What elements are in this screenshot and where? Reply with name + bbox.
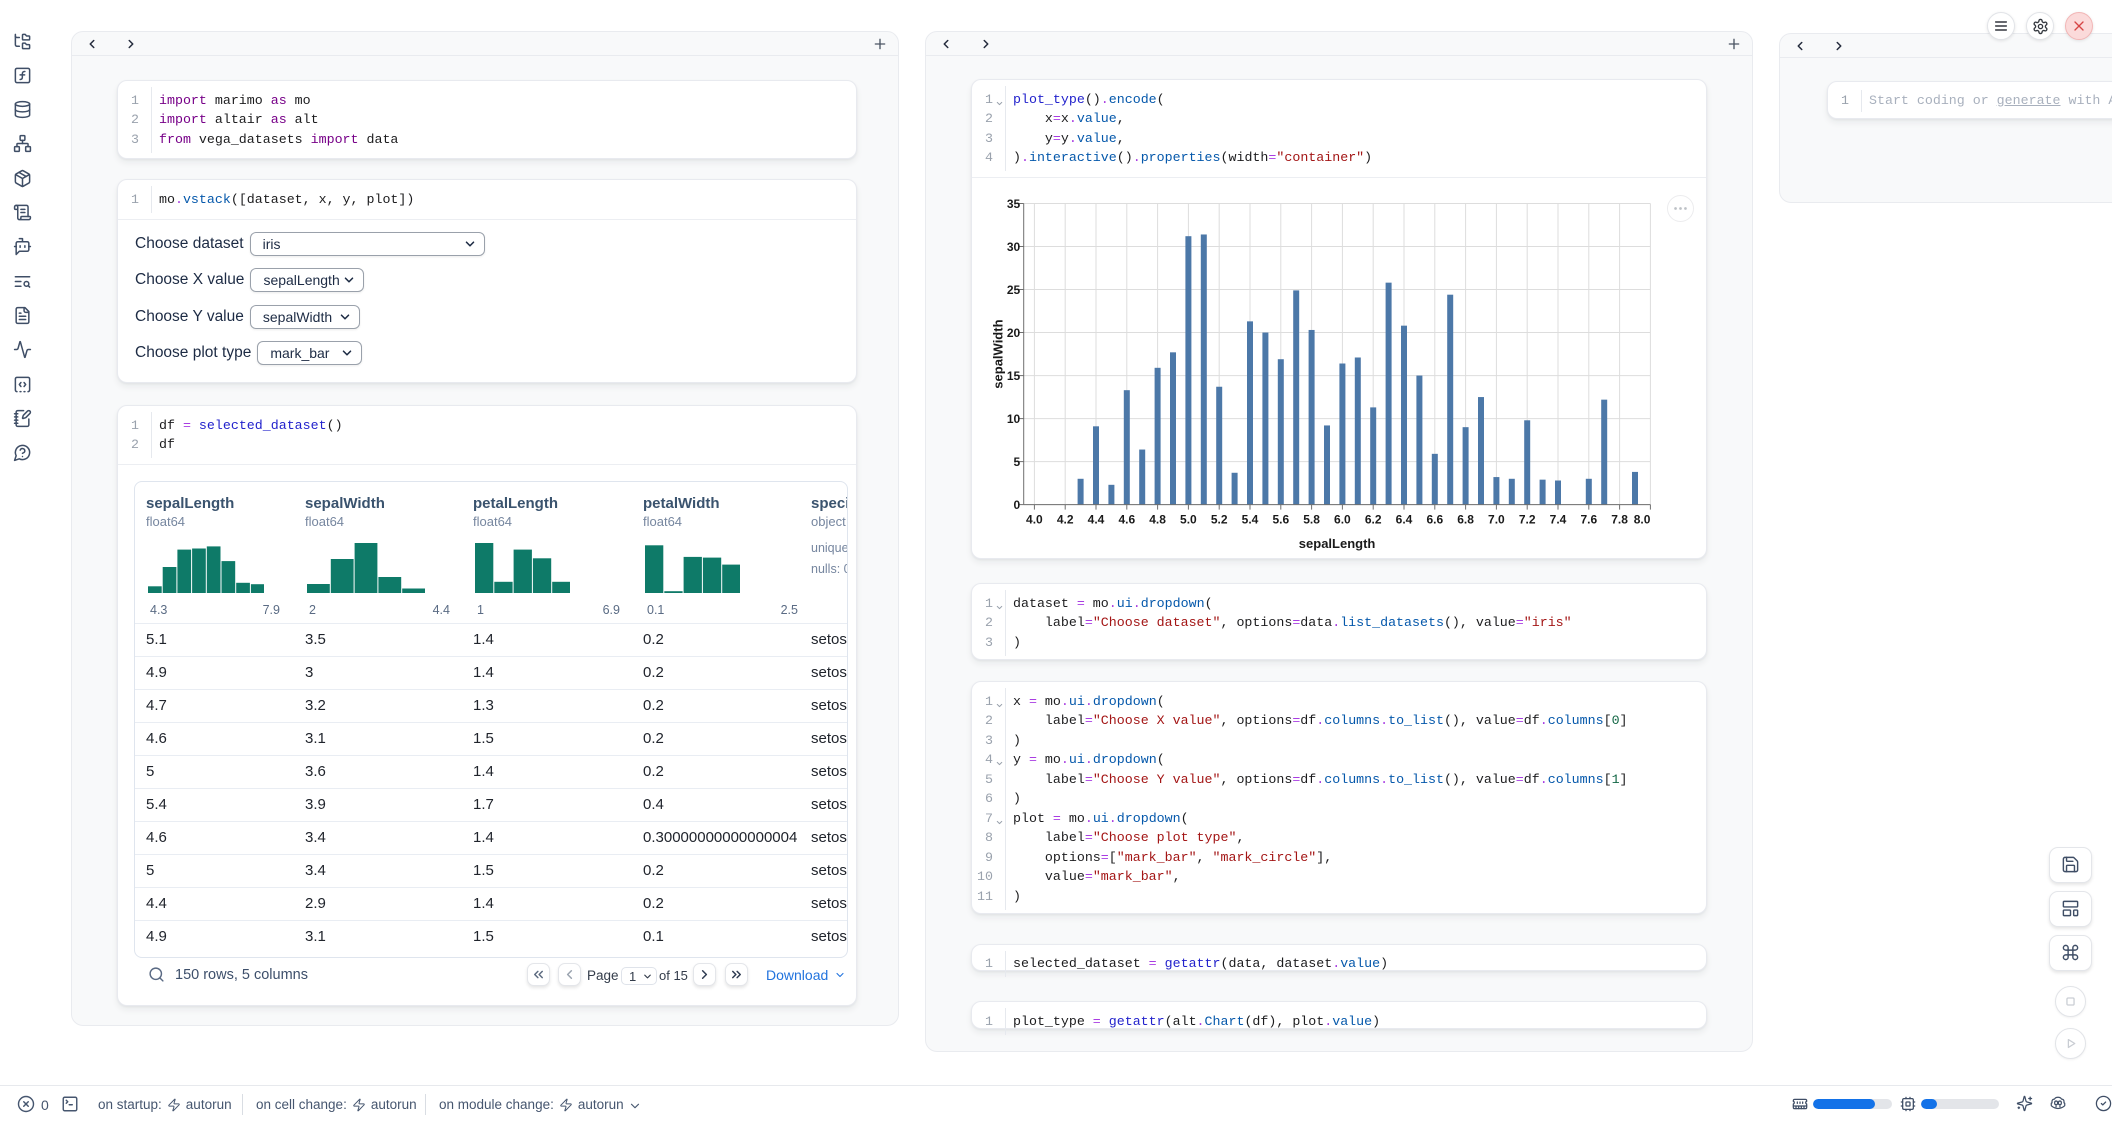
svg-text:sepalLength: sepalLength	[1299, 536, 1376, 551]
svg-text:8.0: 8.0	[1634, 513, 1651, 527]
svg-text:35: 35	[1007, 197, 1021, 211]
svg-text:30: 30	[1007, 240, 1021, 254]
svg-text:6.8: 6.8	[1457, 513, 1474, 527]
svg-text:4.8: 4.8	[1149, 513, 1166, 527]
svg-text:sepalWidth: sepalWidth	[992, 319, 1006, 388]
svg-text:6.2: 6.2	[1365, 513, 1382, 527]
svg-text:7.4: 7.4	[1550, 513, 1567, 527]
svg-text:5.0: 5.0	[1180, 513, 1197, 527]
svg-text:6.6: 6.6	[1426, 513, 1443, 527]
svg-text:5.4: 5.4	[1242, 513, 1259, 527]
svg-text:4.2: 4.2	[1057, 513, 1074, 527]
svg-text:10: 10	[1007, 412, 1021, 426]
svg-text:5.2: 5.2	[1211, 513, 1228, 527]
svg-text:4.4: 4.4	[1088, 513, 1105, 527]
svg-text:5.6: 5.6	[1272, 513, 1289, 527]
svg-text:7.6: 7.6	[1580, 513, 1597, 527]
svg-text:7.8: 7.8	[1611, 513, 1628, 527]
svg-text:7.0: 7.0	[1488, 513, 1505, 527]
svg-text:0: 0	[1014, 498, 1021, 512]
svg-text:15: 15	[1007, 369, 1021, 383]
svg-text:6.4: 6.4	[1396, 513, 1413, 527]
svg-text:5: 5	[1014, 455, 1021, 469]
svg-text:20: 20	[1007, 326, 1021, 340]
svg-text:4.0: 4.0	[1026, 513, 1043, 527]
svg-text:4.6: 4.6	[1118, 513, 1135, 527]
svg-text:6.0: 6.0	[1334, 513, 1351, 527]
svg-text:5.8: 5.8	[1303, 513, 1320, 527]
svg-text:25: 25	[1007, 283, 1021, 297]
svg-text:7.2: 7.2	[1519, 513, 1536, 527]
